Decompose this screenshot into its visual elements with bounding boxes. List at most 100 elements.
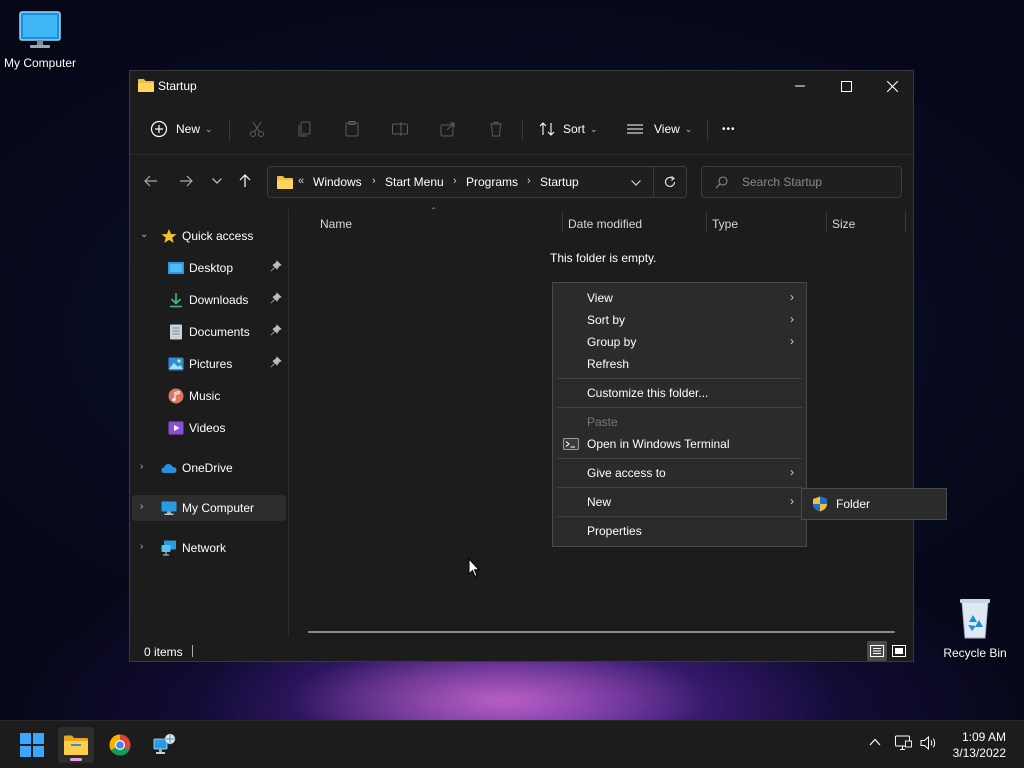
breadcrumb-windows[interactable]: Windows — [313, 175, 362, 189]
volume-icon[interactable] — [920, 735, 938, 751]
column-divider[interactable] — [706, 211, 707, 233]
chevron-right-icon[interactable]: › — [372, 175, 376, 187]
sort-icon — [539, 122, 555, 136]
chevron-right-icon[interactable]: › — [453, 175, 457, 187]
nav-item-label: Documents — [189, 325, 250, 339]
up-button[interactable] — [230, 164, 260, 198]
nav-item-pictures[interactable]: Pictures — [132, 351, 286, 377]
column-header-date-modified[interactable]: Date modified — [568, 217, 642, 231]
pin-icon[interactable] — [270, 260, 282, 272]
column-header-size[interactable]: Size — [832, 217, 855, 231]
nav-item-my-computer[interactable]: › My Computer — [132, 495, 286, 521]
menu-item-new[interactable]: New › — [553, 491, 806, 513]
column-header-name[interactable]: Name — [320, 217, 352, 231]
rename-button[interactable] — [391, 109, 409, 149]
monitor-icon — [19, 11, 61, 48]
menu-item-refresh[interactable]: Refresh — [553, 353, 806, 375]
taskbar-file-explorer[interactable] — [58, 727, 94, 763]
large-icons-view-button[interactable] — [889, 641, 909, 661]
pin-icon[interactable] — [270, 292, 282, 304]
taskbar-network-app[interactable] — [146, 727, 182, 763]
refresh-icon[interactable] — [663, 175, 677, 189]
submenu-item-folder[interactable]: Folder — [802, 493, 946, 515]
nav-item-label: Videos — [189, 421, 226, 435]
menu-item-group-by[interactable]: Group by › — [553, 331, 806, 353]
menu-item-label: Paste — [587, 415, 618, 429]
menu-item-customize-folder[interactable]: Customize this folder... — [553, 382, 806, 404]
recent-locations-button[interactable] — [202, 164, 232, 198]
chevron-right-icon[interactable]: › — [140, 501, 143, 512]
address-bar[interactable]: « Windows › Start Menu › Programs › Star… — [267, 166, 687, 198]
column-divider[interactable] — [562, 211, 563, 233]
chevron-right-icon[interactable]: › — [140, 541, 143, 552]
menu-item-label: Customize this folder... — [587, 386, 709, 400]
shield-icon — [813, 496, 827, 512]
sort-button[interactable]: Sort ⌄ — [538, 109, 598, 149]
nav-item-documents[interactable]: Documents — [132, 319, 286, 345]
overflow-chevron[interactable]: « — [298, 175, 304, 187]
start-button[interactable] — [14, 727, 50, 763]
minimize-button[interactable] — [777, 71, 823, 101]
details-view-button[interactable] — [867, 641, 887, 661]
network-computer-icon — [153, 733, 176, 754]
nav-item-downloads[interactable]: Downloads — [132, 287, 286, 313]
nav-item-onedrive[interactable]: › OneDrive — [132, 455, 286, 481]
chevron-up-icon[interactable] — [869, 738, 881, 746]
pin-icon[interactable] — [270, 324, 282, 336]
clipboard-icon — [345, 121, 359, 137]
window-title: Startup — [158, 79, 197, 93]
taskbar-chrome[interactable] — [102, 727, 138, 763]
menu-item-properties[interactable]: Properties — [553, 520, 806, 542]
new-button[interactable]: New ⌄ — [150, 109, 213, 149]
desktop-icon-label: Recycle Bin — [943, 646, 1007, 660]
add-circle-icon — [150, 120, 168, 138]
column-divider[interactable] — [905, 211, 906, 233]
paste-button[interactable] — [343, 109, 361, 149]
maximize-button[interactable] — [823, 71, 869, 101]
star-icon — [161, 229, 177, 243]
chevron-right-icon[interactable]: › — [140, 461, 143, 472]
nav-item-label: Downloads — [189, 293, 249, 307]
cut-button[interactable] — [248, 109, 266, 149]
menu-item-label: Open in Windows Terminal — [587, 437, 730, 451]
copy-button[interactable] — [296, 109, 314, 149]
system-clock[interactable]: 1:09 AM 3/13/2022 — [953, 729, 1006, 761]
pin-icon[interactable] — [270, 356, 282, 368]
search-box[interactable]: Search Startup — [701, 166, 902, 198]
navigation-pane: ⌄ Quick access Desktop Downloads Documen… — [130, 209, 288, 637]
menu-item-give-access-to[interactable]: Give access to › — [553, 462, 806, 484]
share-button[interactable] — [439, 109, 457, 149]
breadcrumb-programs[interactable]: Programs — [466, 175, 518, 189]
menu-item-view[interactable]: View › — [553, 287, 806, 309]
view-button[interactable]: View ⌄ — [626, 109, 692, 149]
back-button[interactable] — [136, 164, 166, 198]
breadcrumb-startup[interactable]: Startup — [540, 175, 579, 189]
more-options-button[interactable]: ••• — [722, 109, 736, 149]
breadcrumb-start-menu[interactable]: Start Menu — [385, 175, 444, 189]
desktop-folder-icon — [168, 262, 184, 274]
title-bar[interactable]: Startup — [130, 71, 913, 101]
column-header-type[interactable]: Type — [712, 217, 738, 231]
sort-button-label: Sort — [563, 122, 586, 136]
address-divider — [653, 167, 654, 197]
column-divider[interactable] — [826, 211, 827, 233]
forward-button[interactable] — [171, 164, 201, 198]
desktop-icon-recycle-bin[interactable]: Recycle Bin — [935, 596, 1015, 660]
horizontal-scrollbar[interactable] — [308, 631, 895, 633]
chevron-right-icon[interactable]: › — [527, 175, 531, 187]
nav-item-music[interactable]: Music — [132, 383, 286, 409]
menu-item-sort-by[interactable]: Sort by › — [553, 309, 806, 331]
close-button[interactable] — [869, 71, 915, 101]
nav-item-videos[interactable]: Videos — [132, 415, 286, 441]
delete-button[interactable] — [487, 109, 505, 149]
chevron-down-icon[interactable]: ⌄ — [140, 229, 148, 240]
nav-item-quick-access[interactable]: ⌄ Quick access — [132, 223, 286, 249]
nav-item-desktop[interactable]: Desktop — [132, 255, 286, 281]
nav-item-network[interactable]: › Network — [132, 535, 286, 561]
desktop-icon-my-computer[interactable]: My Computer — [0, 10, 80, 70]
chevron-down-icon[interactable] — [631, 180, 641, 186]
network-status-icon[interactable] — [895, 735, 912, 751]
menu-item-open-terminal[interactable]: Open in Windows Terminal — [553, 433, 806, 455]
clock-date: 3/13/2022 — [952, 746, 1006, 760]
pane-divider[interactable] — [288, 209, 289, 637]
